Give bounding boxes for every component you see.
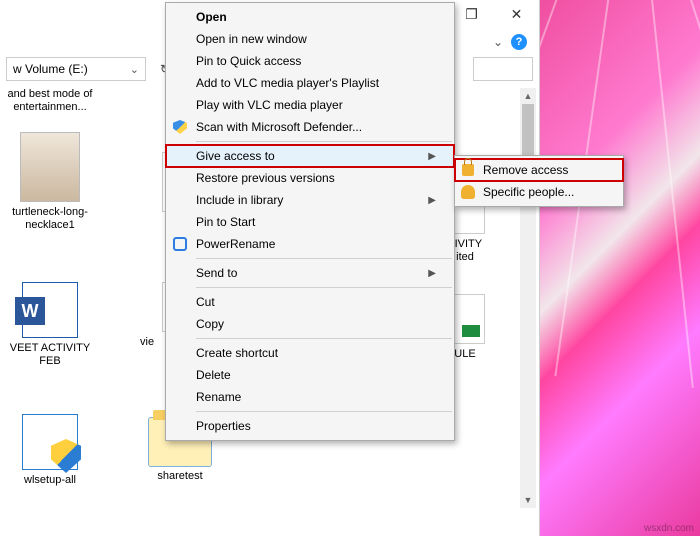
desktop-wallpaper (540, 0, 700, 536)
menu-item-send-to[interactable]: Send to ▶ (166, 262, 454, 284)
file-item[interactable]: and best mode of entertainmen... (0, 84, 100, 114)
shield-icon (172, 119, 188, 135)
menu-item-label: Pin to Start (196, 215, 255, 229)
file-label: wlsetup-all (0, 474, 100, 487)
menu-item-label: Rename (196, 390, 241, 404)
help-icon[interactable]: ? (511, 34, 527, 50)
menu-item-label: Create shortcut (196, 346, 278, 360)
file-item[interactable]: wlsetup-all (0, 404, 100, 487)
submenu-item-label: Remove access (483, 163, 568, 177)
file-label: turtleneck-long-necklace1 (0, 206, 100, 232)
give-access-submenu: Remove access Specific people... (454, 155, 624, 207)
menu-item-properties[interactable]: Properties (166, 415, 454, 437)
submenu-arrow-icon: ▶ (428, 151, 436, 162)
scroll-down-arrow[interactable]: ▼ (520, 492, 536, 508)
file-label: VEET ACTIVITY FEB (0, 342, 100, 368)
menu-item-label: Cut (196, 295, 215, 309)
context-menu: Open Open in new window Pin to Quick acces… (165, 2, 455, 441)
menu-item-label: PowerRename (196, 237, 275, 251)
menu-item-play-vlc[interactable]: Play with VLC media player (166, 94, 454, 116)
chevron-down-icon: ⌄ (130, 63, 139, 76)
power-icon (172, 236, 188, 252)
watermark: wsxdn.com (644, 523, 694, 534)
menu-item-copy[interactable]: Copy (166, 313, 454, 335)
search-input[interactable] (473, 57, 533, 81)
vertical-scrollbar[interactable]: ▲ ▼ (520, 88, 536, 508)
submenu-arrow-icon: ▶ (428, 268, 436, 279)
menu-item-label: Restore previous versions (196, 171, 335, 185)
menu-item-label: Properties (196, 419, 251, 433)
menu-item-cut[interactable]: Cut (166, 291, 454, 313)
menu-item-label: Give access to (196, 149, 275, 163)
menu-item-label: Include in library (196, 193, 283, 207)
menu-item-open[interactable]: Open (166, 6, 454, 28)
menu-separator (196, 141, 452, 142)
word-doc-icon (22, 282, 78, 338)
submenu-item-specific-people[interactable]: Specific people... (455, 181, 623, 203)
people-icon (460, 184, 476, 200)
menu-item-label: Open in new window (196, 32, 307, 46)
menu-item-pin-start[interactable]: Pin to Start (166, 211, 454, 233)
menu-item-label: Scan with Microsoft Defender... (196, 120, 362, 134)
submenu-item-remove-access[interactable]: Remove access (455, 159, 623, 181)
menu-item-incl-lib[interactable]: Include in library ▶ (166, 189, 454, 211)
file-label: and best mode of entertainmen... (0, 88, 100, 114)
menu-item-label: Send to (196, 266, 237, 280)
menu-separator (196, 287, 452, 288)
submenu-item-label: Specific people... (483, 185, 574, 199)
file-item[interactable]: turtleneck-long-necklace1 (0, 132, 100, 232)
file-label: sharetest (130, 470, 230, 483)
menu-item-delete[interactable]: Delete (166, 364, 454, 386)
menu-item-label: Pin to Quick access (196, 54, 301, 68)
restore-button[interactable]: ❐ (449, 0, 494, 28)
menu-item-open-new[interactable]: Open in new window (166, 28, 454, 50)
menu-item-powerrename[interactable]: PowerRename (166, 233, 454, 255)
menu-item-restore-ver[interactable]: Restore previous versions (166, 167, 454, 189)
menu-item-shortcut[interactable]: Create shortcut (166, 342, 454, 364)
padlock-icon (460, 162, 476, 178)
menu-item-pin-qa[interactable]: Pin to Quick access (166, 50, 454, 72)
menu-item-rename[interactable]: Rename (166, 386, 454, 408)
menu-item-label: Play with VLC media player (196, 98, 343, 112)
menu-separator (196, 338, 452, 339)
file-item[interactable]: VEET ACTIVITY FEB (0, 272, 100, 368)
close-button[interactable]: ✕ (494, 0, 539, 28)
path-dropdown[interactable]: w Volume (E:) ⌄ (6, 57, 146, 81)
menu-item-label: Open (196, 10, 227, 24)
submenu-arrow-icon: ▶ (428, 195, 436, 206)
menu-item-label: Add to VLC media player's Playlist (196, 76, 379, 90)
scroll-up-arrow[interactable]: ▲ (520, 88, 536, 104)
path-text: w Volume (E:) (13, 62, 88, 76)
menu-item-label: Delete (196, 368, 231, 382)
installer-icon (22, 414, 78, 470)
menu-separator (196, 411, 452, 412)
chevron-down-icon[interactable]: ⌄ (493, 35, 503, 49)
menu-separator (196, 258, 452, 259)
menu-item-scan-def[interactable]: Scan with Microsoft Defender... (166, 116, 454, 138)
menu-item-give-access[interactable]: Give access to ▶ (166, 145, 454, 167)
image-thumbnail (20, 132, 80, 202)
menu-item-label: Copy (196, 317, 224, 331)
menu-item-add-vlc[interactable]: Add to VLC media player's Playlist (166, 72, 454, 94)
